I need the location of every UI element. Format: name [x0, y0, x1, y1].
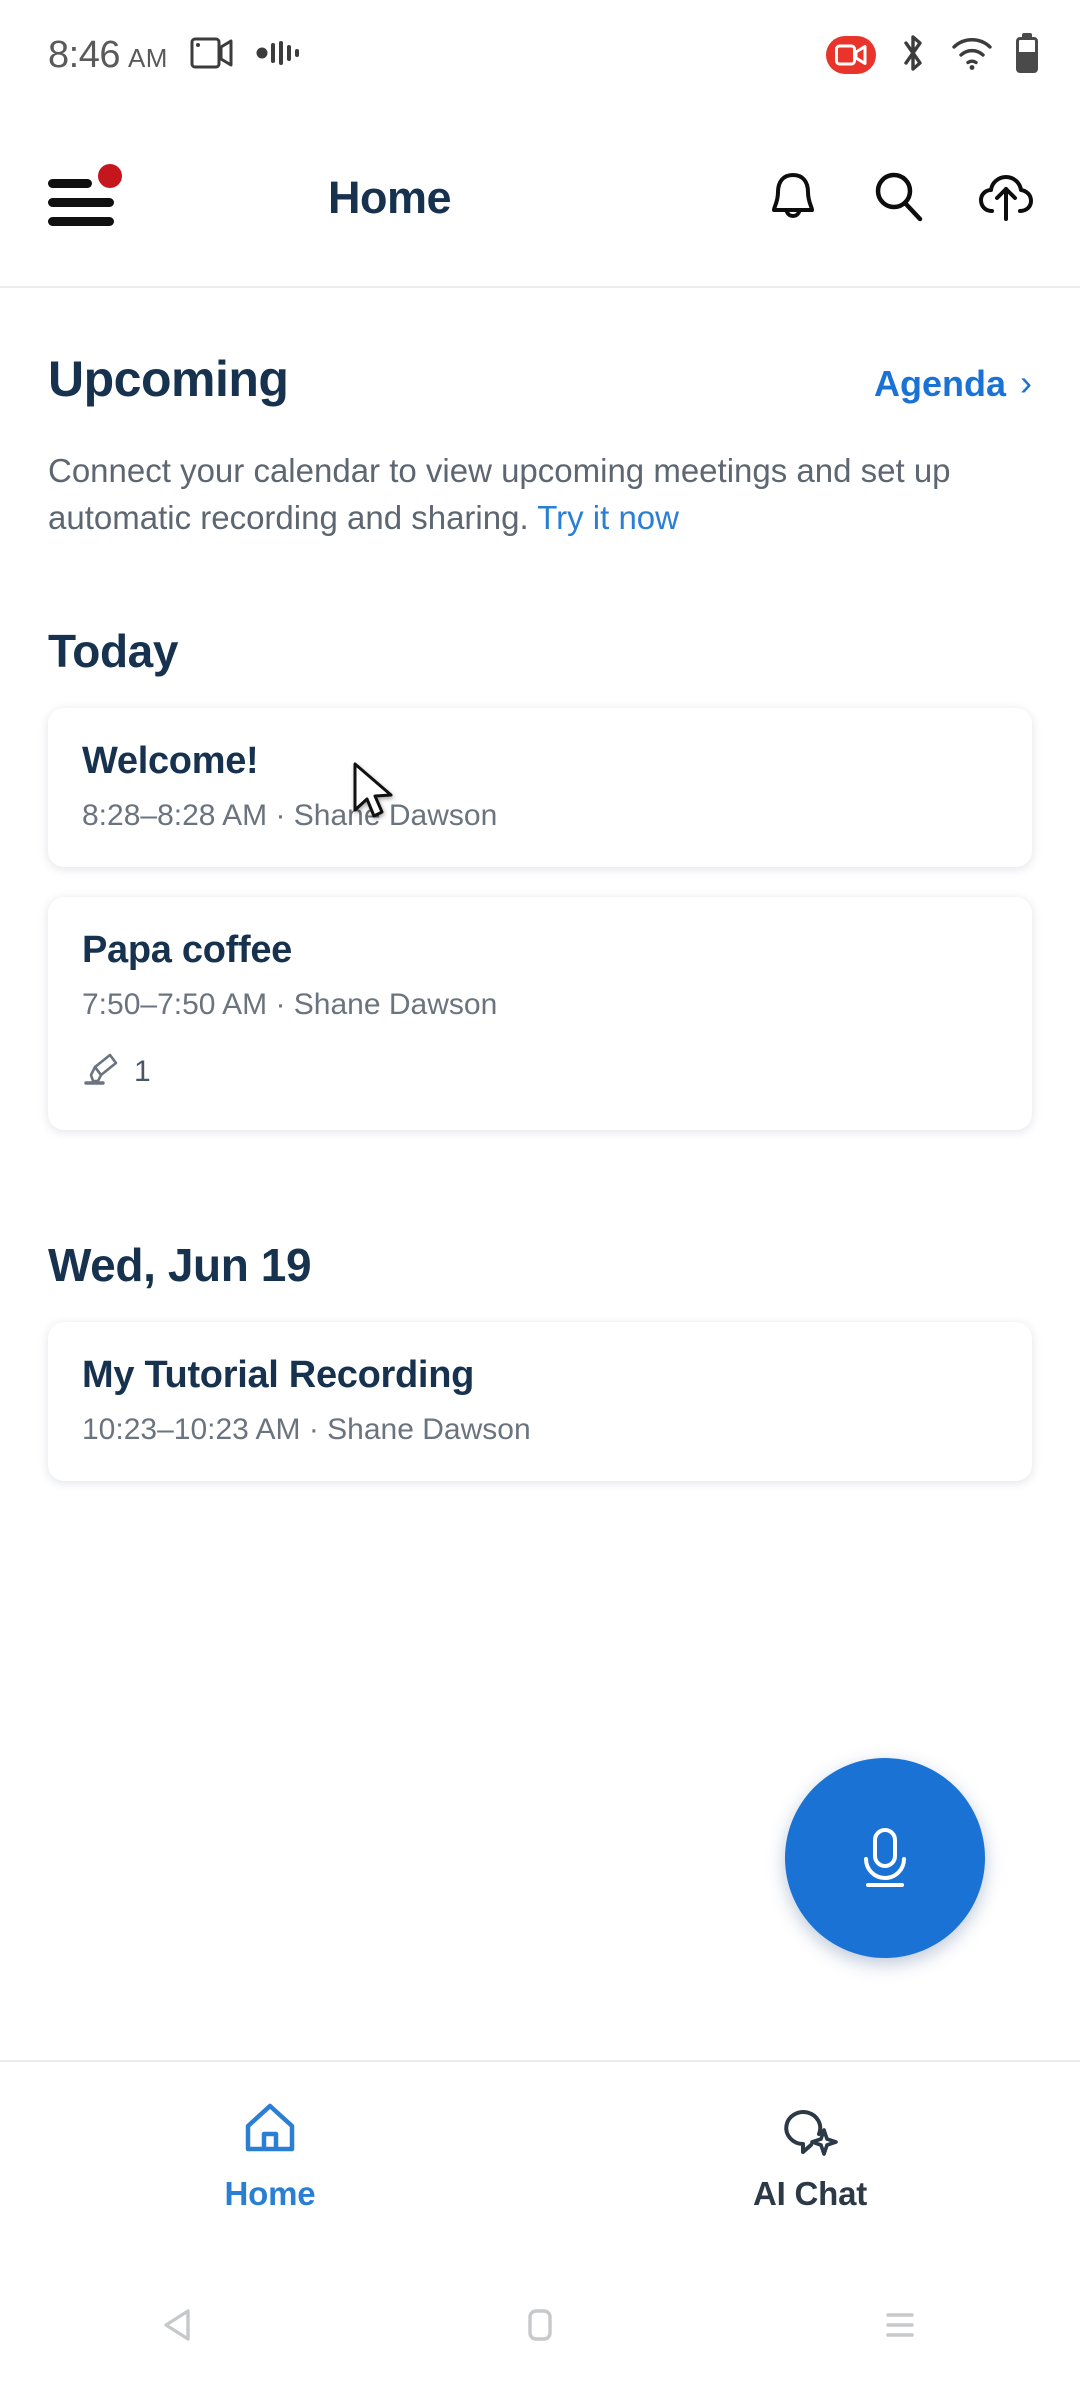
hamburger-bar-3 [48, 217, 114, 226]
meeting-card-subtitle: 10:23–10:23 AM · Shane Dawson [82, 1412, 531, 1446]
upcoming-description-text: Connect your calendar to view upcoming m… [48, 452, 951, 536]
agenda-link[interactable]: Agenda › [874, 363, 1032, 405]
meeting-card-title: Welcome! [82, 739, 259, 782]
cloud-upload-icon[interactable] [974, 167, 1036, 229]
try-it-now-link[interactable]: Try it now [537, 499, 679, 536]
meeting-card[interactable]: Welcome! 8:28–8:28 AM · Shane Dawson [48, 707, 1032, 867]
highlighter-icon [82, 1048, 122, 1096]
meeting-card-subtitle: 8:28–8:28 AM · Shane Dawson [82, 798, 498, 832]
bottom-navigation-bar: Home AI Chat [0, 2060, 1080, 2250]
app-header: Home [0, 110, 1080, 288]
upcoming-header-row: Upcoming Agenda › [48, 350, 1032, 408]
back-triangle-icon [164, 2309, 190, 2341]
home-icon [241, 2100, 299, 2161]
status-clock-time: 8:46 [48, 33, 120, 76]
meeting-card[interactable]: Papa coffee 7:50–7:50 AM · Shane Dawson … [48, 896, 1032, 1130]
ai-chat-bubble-icon [781, 2100, 839, 2161]
hamburger-menu-icon[interactable] [48, 164, 122, 227]
system-recents-button[interactable] [720, 2297, 1080, 2353]
system-navigation-bar [0, 2250, 1080, 2400]
record-fab-button[interactable] [785, 1758, 985, 1958]
hamburger-bar-2 [48, 198, 114, 207]
status-bar: 8:46 AM [0, 0, 1080, 110]
upcoming-title: Upcoming [48, 351, 289, 407]
recording-badge-icon [826, 36, 876, 74]
nav-tab-home-label: Home [224, 2174, 316, 2212]
bell-icon[interactable] [762, 167, 824, 229]
hamburger-bar-1 [48, 179, 92, 188]
notification-dot-badge [98, 164, 122, 188]
nav-tab-home[interactable]: Home [0, 2100, 540, 2213]
home-square-icon [528, 2309, 552, 2341]
meeting-card-subtitle: 7:50–7:50 AM · Shane Dawson [82, 987, 498, 1021]
meeting-card[interactable]: My Tutorial Recording 10:23–10:23 AM · S… [48, 1321, 1032, 1481]
recents-lines-icon [886, 2313, 914, 2337]
battery-icon [1016, 37, 1038, 73]
section-heading-date: Wed, Jun 19 [48, 1238, 312, 1291]
agenda-link-label: Agenda [873, 363, 1006, 404]
meeting-card-title: My Tutorial Recording [82, 1353, 475, 1396]
page-title: Home [328, 172, 452, 223]
microphone-icon [864, 1828, 906, 1887]
status-bar-left: 8:46 AM [48, 34, 300, 77]
system-home-button[interactable] [360, 2297, 720, 2353]
audio-waves-icon [256, 40, 300, 71]
meeting-card-meta: 1 [82, 1048, 998, 1096]
upcoming-description: Connect your calendar to view upcoming m… [48, 448, 988, 542]
nav-tab-ai-chat[interactable]: AI Chat [540, 2100, 1080, 2213]
section-heading-today: Today [48, 624, 179, 677]
meeting-card-meta-count: 1 [134, 1054, 151, 1088]
search-icon[interactable] [868, 167, 930, 229]
screen-record-icon [190, 36, 234, 75]
meeting-card-title: Papa coffee [82, 928, 293, 971]
nav-tab-ai-chat-label: AI Chat [752, 2174, 868, 2212]
bluetooth-icon [898, 32, 928, 79]
status-bar-right [826, 32, 1038, 79]
system-back-button[interactable] [0, 2297, 360, 2353]
header-icon-group [762, 167, 1036, 229]
phone-screen: 8:46 AM Home Upcoming Agenda › Connect y… [0, 0, 1080, 2400]
wifi-icon [950, 35, 994, 76]
chevron-right-icon: › [1020, 362, 1032, 403]
status-clock: 8:46 AM [48, 34, 168, 77]
status-clock-ampm: AM [127, 42, 168, 73]
